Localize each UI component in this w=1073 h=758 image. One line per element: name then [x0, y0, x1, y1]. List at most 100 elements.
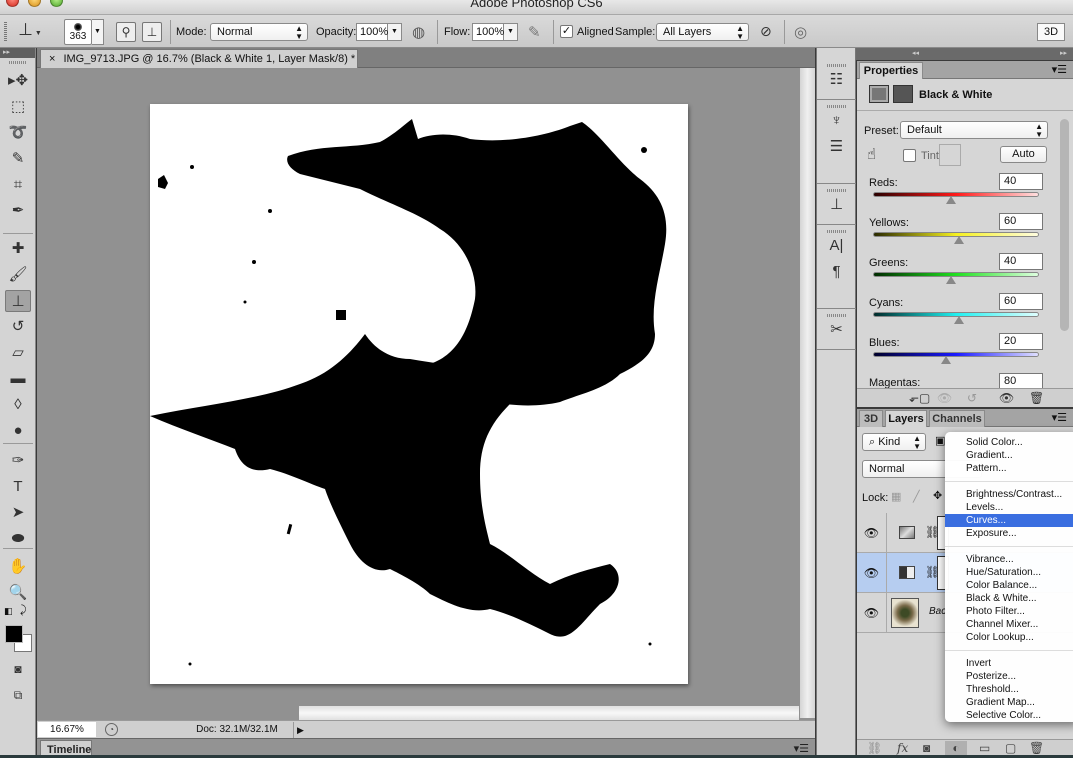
opacity-dropdown-button[interactable]: ▼ [388, 23, 402, 41]
clone-stamp-tool[interactable]: ⊥ [5, 290, 31, 312]
zoom-window-button[interactable] [50, 0, 63, 7]
zoom-tool[interactable]: 🔍 [5, 582, 31, 604]
brush-tool[interactable]: 🖌 [5, 264, 31, 286]
ellipse-tool[interactable]: ⬬ [5, 528, 31, 550]
brush-dropdown-button[interactable]: ▼ [92, 19, 104, 45]
mask-icon[interactable] [893, 85, 913, 103]
eyedropper-tool[interactable]: ✒ [5, 200, 31, 222]
panel-grip[interactable] [9, 61, 26, 64]
layer-name[interactable]: Bac [929, 606, 946, 617]
menu-item-color-lookup[interactable]: Color Lookup... [945, 631, 1073, 644]
options-bar-grip[interactable] [4, 22, 7, 42]
brush-preset-picker[interactable]: 363 [64, 19, 92, 45]
tab-properties[interactable]: Properties [859, 62, 923, 79]
quick-mask-icon[interactable]: ◙ [5, 658, 31, 680]
swap-colors-icon[interactable]: ⤸ [20, 604, 27, 617]
paragraph-icon[interactable]: ¶ [817, 259, 856, 285]
visibility-eye-icon[interactable]: 👁 [857, 553, 887, 593]
crop-tool[interactable]: ⌗ [5, 174, 31, 196]
history-icon[interactable]: ☷ [817, 67, 856, 93]
path-selection-tool[interactable]: ➤ [5, 502, 31, 524]
brush-panel-icon[interactable]: ☰ [817, 134, 856, 160]
type-tool[interactable]: T [5, 476, 31, 498]
menu-item-exposure[interactable]: Exposure... [945, 527, 1073, 540]
dodge-tool[interactable]: ● [5, 420, 31, 442]
flow-dropdown-button[interactable]: ▼ [504, 23, 518, 41]
slider-thumb[interactable] [946, 196, 957, 204]
brush-presets-icon[interactable]: ♆ [817, 108, 856, 134]
trash-icon[interactable]: 🗑 [1029, 741, 1044, 755]
preset-select[interactable]: Default ▲ ▼ [900, 121, 1048, 139]
expand-dock-icon[interactable]: ▸▸ [1060, 48, 1067, 60]
zoom-level-field[interactable]: 16.67% [38, 722, 96, 737]
ignore-adjustment-layers-icon[interactable]: ⊘ [760, 23, 772, 40]
lock-image-icon[interactable]: ╱ [913, 490, 920, 503]
filter-image-icon[interactable]: ▣ [935, 434, 945, 447]
image-canvas[interactable] [150, 104, 688, 684]
default-colors-icon[interactable]: ◧ [4, 606, 13, 617]
clone-source-icon[interactable]: ⊥ [817, 192, 856, 218]
new-layer-icon[interactable]: ▢ [1005, 741, 1016, 755]
gradient-tool[interactable]: ▬ [5, 368, 31, 390]
menu-item-hue-saturation[interactable]: Hue/Saturation... [945, 566, 1073, 579]
status-info-icon[interactable]: ◔ [105, 723, 118, 736]
lasso-tool[interactable]: ➰ [5, 122, 31, 144]
marquee-tool[interactable]: ⬚ [5, 96, 31, 118]
menu-item-pattern[interactable]: Pattern... [945, 462, 1073, 475]
pressure-opacity-icon[interactable]: ◍ [412, 23, 425, 41]
reset-icon[interactable]: ↺ [967, 391, 977, 405]
move-tool[interactable]: ▸✥ [5, 70, 31, 92]
menu-item-photo-filter[interactable]: Photo Filter... [945, 605, 1073, 618]
slider-value-field[interactable]: 40 [999, 253, 1043, 270]
fx-icon[interactable]: fx [897, 741, 908, 755]
link-layers-icon[interactable]: ⛓ [867, 741, 882, 755]
panel-menu-icon[interactable]: ▾☰ [1052, 411, 1067, 424]
airbrush-icon[interactable]: ✎ [528, 23, 541, 41]
close-window-button[interactable] [6, 0, 19, 7]
tool-preset-picker[interactable]: ⊥ ▼ [18, 20, 42, 42]
trash-icon[interactable]: 🗑 [1029, 391, 1044, 405]
horizontal-scrollbar[interactable] [299, 706, 799, 720]
menu-item-vibrance[interactable]: Vibrance... [945, 553, 1073, 566]
brush-panel-toggle[interactable]: ⚲ [116, 22, 136, 42]
tint-checkbox[interactable] [903, 149, 916, 162]
blur-tool[interactable]: ◊ [5, 394, 31, 416]
menu-item-invert[interactable]: Invert [945, 657, 1073, 670]
expand-toolbar-icon[interactable]: ▸▸ [0, 48, 35, 58]
menu-item-curves[interactable]: Curves... [945, 514, 1073, 527]
slider-thumb[interactable] [946, 276, 957, 284]
aligned-checkbox[interactable]: ✓ [560, 25, 573, 38]
tint-color-swatch[interactable] [939, 144, 961, 166]
vertical-scrollbar[interactable] [800, 68, 815, 718]
quick-selection-tool[interactable]: ✎ [5, 148, 31, 170]
add-mask-icon[interactable]: ◙ [923, 741, 930, 755]
clip-to-layer-icon[interactable]: ⬐▢ [909, 391, 930, 405]
pen-tool[interactable]: ✑ [5, 450, 31, 472]
close-tab-icon[interactable]: × [49, 53, 55, 65]
document-tab[interactable]: × IMG_9713.JPG @ 16.7% (Black & White 1, … [40, 49, 358, 68]
menu-item-posterize[interactable]: Posterize... [945, 670, 1073, 683]
tab-3d[interactable]: 3D [859, 410, 883, 427]
hand-tool[interactable]: ✋ [5, 556, 31, 578]
menu-item-brightness-contrast[interactable]: Brightness/Contrast... [945, 488, 1073, 501]
targeted-adjustment-hand-icon[interactable]: ☝ [867, 145, 876, 163]
slider-track[interactable] [873, 352, 1039, 357]
adjustment-icon[interactable] [869, 85, 889, 103]
properties-scrollbar[interactable] [1060, 119, 1069, 331]
flow-field[interactable]: 100% [472, 23, 504, 41]
slider-thumb[interactable] [941, 356, 952, 364]
slider-thumb[interactable] [954, 236, 965, 244]
new-group-icon[interactable]: ▭ [979, 741, 990, 755]
minimize-window-button[interactable] [28, 0, 41, 7]
panel-menu-icon[interactable]: ▾☰ [794, 742, 809, 755]
menu-item-black-white[interactable]: Black & White... [945, 592, 1073, 605]
collapse-dock-icon[interactable]: ◂◂ [912, 48, 919, 60]
healing-brush-tool[interactable]: ✚ [5, 238, 31, 260]
menu-item-gradient[interactable]: Gradient... [945, 449, 1073, 462]
menu-item-threshold[interactable]: Threshold... [945, 683, 1073, 696]
visibility-eye-icon[interactable]: 👁 [857, 593, 887, 633]
menu-item-selective-color[interactable]: Selective Color... [945, 709, 1073, 722]
menu-item-solid-color[interactable]: Solid Color... [945, 436, 1073, 449]
view-previous-state-icon[interactable]: 👁 [937, 391, 952, 405]
slider-value-field[interactable]: 20 [999, 333, 1043, 350]
